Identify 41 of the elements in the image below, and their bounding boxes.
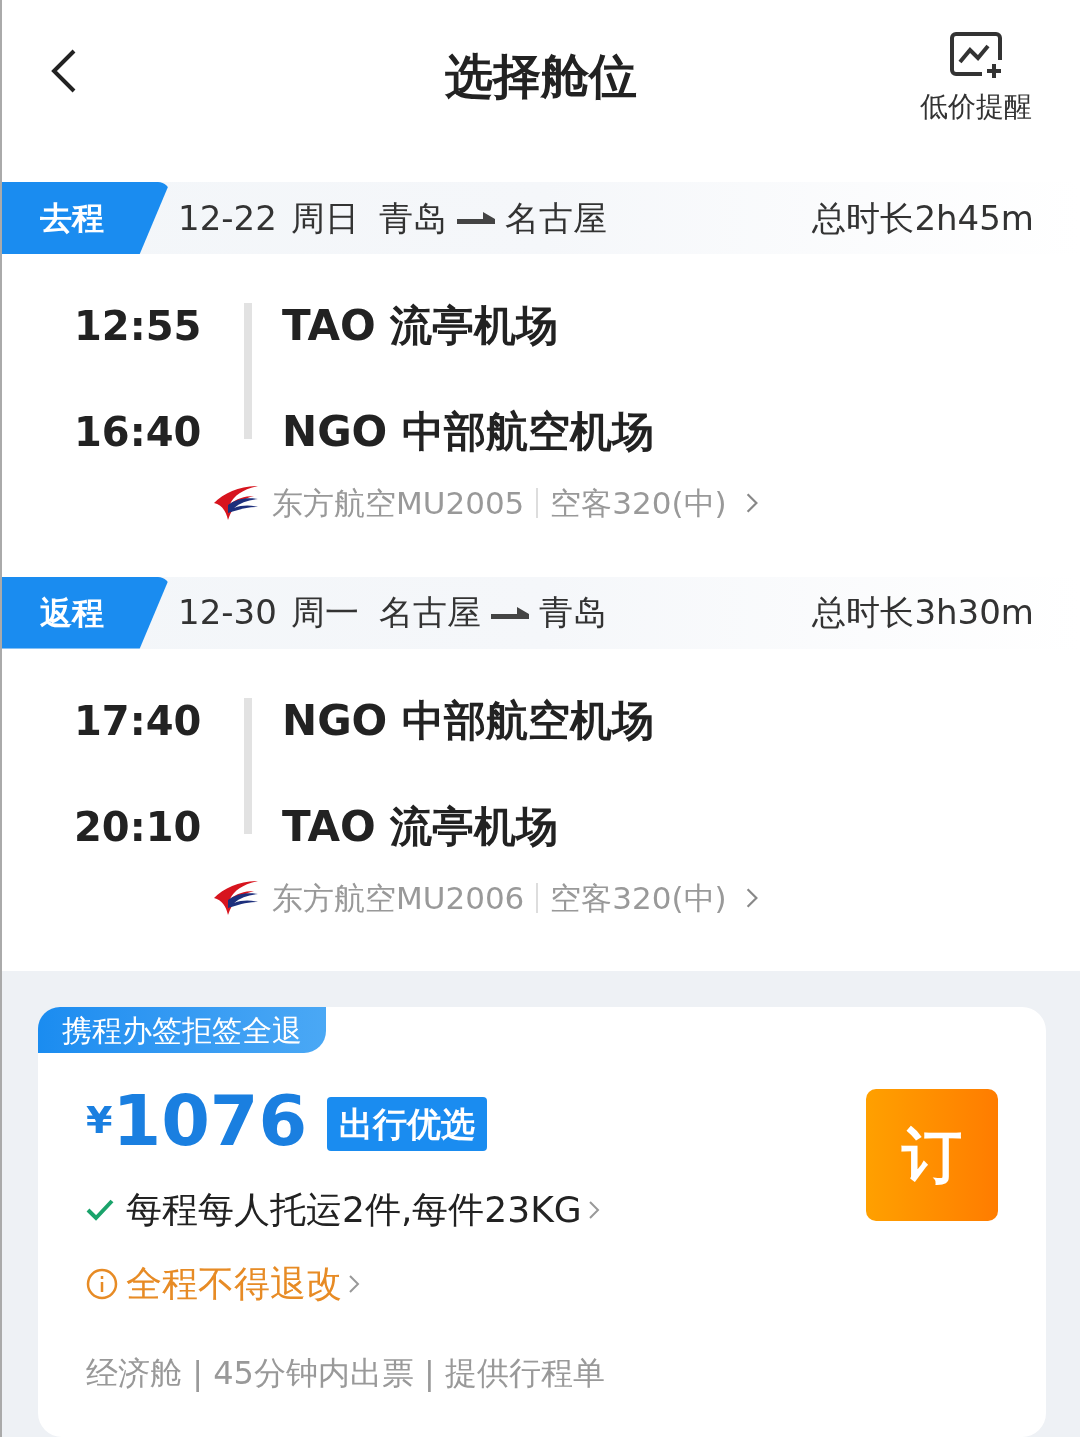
arrival-airport: NGO 中部航空机场 <box>282 406 654 458</box>
info-icon <box>86 1268 118 1300</box>
origin-city: 名古屋 <box>378 591 481 634</box>
chevron-icon <box>744 886 759 909</box>
currency-symbol: ¥ <box>86 1097 113 1144</box>
fare-details: 经济舱 | 45分钟内出票 | 提供行程单 <box>86 1353 606 1394</box>
flight-number: 东方航空MU2006 <box>272 878 525 918</box>
weekday: 周日 <box>290 196 359 240</box>
price: 1076 <box>112 1083 308 1159</box>
destination-city: 名古屋 <box>504 196 607 240</box>
segment-tag: 返程 <box>2 576 170 649</box>
arrival-time: 20:10 <box>74 802 202 852</box>
chevron-icon <box>744 492 759 515</box>
arrow-icon <box>456 212 495 224</box>
total-duration: 总时长3h30m <box>812 591 1034 634</box>
destination-city: 青岛 <box>538 591 607 634</box>
total-duration: 总时长2h45m <box>812 196 1034 240</box>
arrival-time: 16:40 <box>74 408 202 457</box>
chevron-icon <box>587 1199 600 1221</box>
check-icon <box>86 1198 114 1222</box>
departure-time: 17:40 <box>74 696 202 746</box>
segment-tag: 去程 <box>2 182 170 254</box>
visa-refund-tag: 携程办签拒签全退 <box>38 1007 326 1053</box>
preferred-badge: 出行优选 <box>327 1097 488 1151</box>
aircraft-type: 空客320(中) <box>550 878 727 918</box>
departure-airport: TAO 流亭机场 <box>282 300 560 352</box>
aircraft-type: 空客320(中) <box>550 484 727 523</box>
chevron-icon <box>348 1273 360 1295</box>
chart-alert-icon <box>948 30 1004 80</box>
page-title: 选择舱位 <box>445 47 637 106</box>
price-alert-button[interactable]: 低价提醒 <box>920 30 1032 128</box>
baggage-allowance[interactable]: 每程每人托运2件,每件23KG <box>126 1183 582 1237</box>
departure-time: 12:55 <box>74 302 202 351</box>
origin-city: 青岛 <box>378 196 447 240</box>
flight-date: 12-30 <box>178 591 277 634</box>
arrival-airport: TAO 流亭机场 <box>282 800 560 853</box>
departure-airport: NGO 中部航空机场 <box>282 694 654 747</box>
weekday: 周一 <box>290 591 359 634</box>
flight-date: 12-22 <box>178 196 277 240</box>
arrow-icon <box>490 606 529 619</box>
flight-number: 东方航空MU2005 <box>272 484 525 523</box>
